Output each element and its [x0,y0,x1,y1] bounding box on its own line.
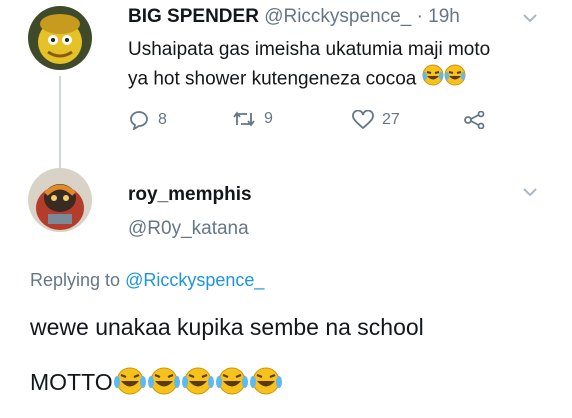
tweet-text-line-2: ya hot shower kutengeneza cocoa [128,68,417,90]
laughing-crying-emoji-icon [249,366,283,402]
tweet-author-handle[interactable]: @Ricckyspence_ [264,6,411,27]
retweet-icon [233,111,255,127]
like-action[interactable]: 27 [352,110,400,130]
reply-text-line-2-row: MOTTO [30,366,283,402]
tweet-author-row: BIG SPENDER @Ricckyspence_ · 19h [128,6,460,28]
reply-count: 8 [158,111,167,128]
reply-text-line-1: wewe unakaa kupika sembe na school [30,314,424,340]
reply-author-name[interactable]: roy_memphis [128,184,252,206]
share-icon [464,111,485,129]
reply-chevron-down-icon[interactable] [522,184,538,201]
laughing-crying-emoji-icon [422,64,444,95]
replying-to-handle-link[interactable]: @Ricckyspence_ [125,270,264,290]
reply-author-handle[interactable]: @R0y_katana [128,218,249,240]
tweet-timestamp[interactable]: · 19h [417,6,460,27]
reply-action[interactable]: 8 [128,110,167,130]
reply-text-line-2: MOTTO [30,369,113,396]
laughing-crying-emoji-icon [444,64,466,95]
laughing-crying-emoji-icon [113,366,147,402]
tweet-text-line-2-row: ya hot shower kutengeneza cocoa [128,64,490,95]
avatar-roy-memphis[interactable] [28,168,92,232]
share-action[interactable] [464,111,494,129]
tweet-text-line-1: Ushaipata gas imeisha ukatumia maji moto [128,39,491,60]
tweet-author-name[interactable]: BIG SPENDER [128,6,259,27]
laughing-crying-emoji-icon [215,366,249,402]
avatar-big-spender[interactable] [28,6,92,70]
retweet-action[interactable]: 9 [232,110,273,128]
heart-icon [352,110,374,130]
tweet-chevron-down-icon[interactable] [522,10,538,27]
laughing-crying-emoji-icon [147,366,181,402]
thread-connector-line [59,76,61,168]
retweet-count: 9 [264,110,273,127]
reply-icon [130,111,148,130]
like-count: 27 [382,111,400,128]
replying-to-line: Replying to @Ricckyspence_ [30,270,264,291]
tweet-text: Ushaipata gas imeisha ukatumia maji moto… [128,36,490,95]
laughing-crying-emoji-icon [181,366,215,402]
replying-to-label: Replying to [30,270,121,290]
